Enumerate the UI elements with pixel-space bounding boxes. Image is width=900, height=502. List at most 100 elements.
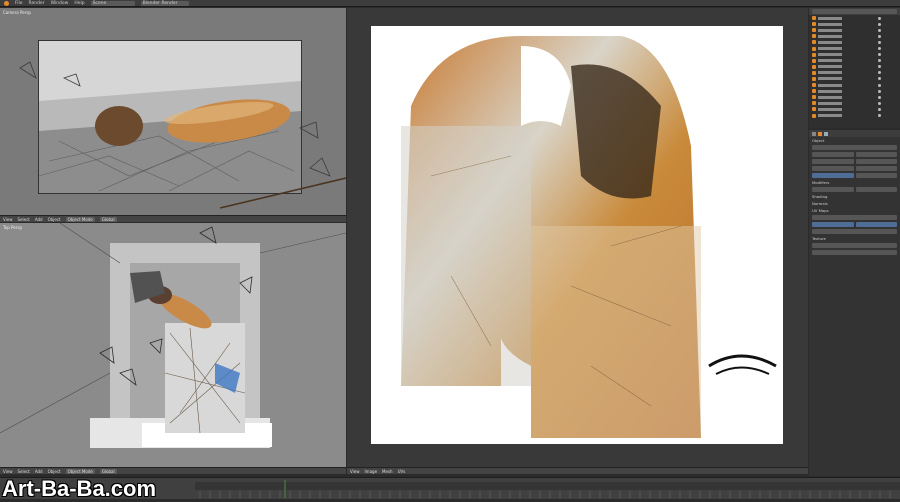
transform-row-1 — [809, 151, 900, 158]
visibility-eye-icon[interactable] — [878, 47, 881, 51]
render-tab-icon[interactable] — [812, 131, 816, 136]
outliner-item-label — [818, 114, 842, 118]
visibility-eye-icon[interactable] — [878, 95, 881, 99]
section-modifiers[interactable]: Modifiers — [809, 179, 900, 186]
mesh-object-icon — [812, 70, 816, 75]
scene-field[interactable]: Scene — [90, 0, 135, 6]
viewport-top[interactable]: Top Persp — [0, 223, 346, 467]
outliner-item-label — [818, 101, 842, 105]
object-name-field[interactable] — [812, 145, 897, 150]
rotation-x[interactable] — [855, 152, 897, 157]
uv-mesh-menu[interactable]: Mesh — [382, 469, 393, 474]
mesh-object-icon — [812, 46, 816, 51]
uv-image-editor[interactable] — [347, 8, 808, 467]
mesh-object-icon — [812, 83, 816, 88]
menu-window[interactable]: Window — [51, 1, 69, 6]
section-shading[interactable]: Shading — [809, 193, 900, 200]
pivot-selector-2[interactable]: Global — [99, 468, 117, 474]
uv-map-row — [809, 214, 900, 221]
blender-logo-icon[interactable] — [4, 0, 9, 6]
visibility-eye-icon[interactable] — [878, 89, 881, 93]
menu-help[interactable]: Help — [74, 1, 84, 6]
location-z[interactable] — [812, 166, 854, 171]
outliner-item[interactable] — [809, 113, 900, 119]
object-menu[interactable]: Object — [48, 217, 61, 222]
texture-field-2[interactable] — [812, 250, 897, 255]
visibility-eye-icon[interactable] — [878, 71, 881, 75]
outliner-item-label — [818, 34, 842, 38]
material-row-2 — [809, 228, 900, 235]
mesh-object-icon — [812, 113, 816, 118]
outliner-item-label — [818, 83, 842, 87]
visibility-eye-icon[interactable] — [878, 59, 881, 63]
object-tab-icon[interactable] — [818, 131, 822, 136]
menu-render[interactable]: Render — [29, 1, 45, 6]
visibility-eye-icon[interactable] — [878, 114, 881, 118]
texture-field[interactable] — [812, 243, 897, 248]
mesh-object-icon — [812, 34, 816, 39]
material-slot-2[interactable] — [855, 222, 897, 227]
uv-texture-preview — [401, 36, 777, 438]
dimension-field[interactable] — [855, 173, 897, 178]
visibility-eye-icon[interactable] — [878, 107, 881, 111]
texture-row-2 — [809, 249, 900, 256]
outliner-header — [809, 8, 900, 15]
modifier-tab-icon[interactable] — [824, 131, 828, 136]
uv-uvs-menu[interactable]: UVs — [398, 469, 406, 474]
outliner-item-label — [818, 22, 842, 26]
mesh-object-icon — [812, 64, 816, 69]
modifier-apply[interactable] — [855, 187, 897, 192]
outliner-item-label — [818, 95, 842, 99]
outliner-search[interactable] — [812, 9, 897, 14]
view-menu[interactable]: View — [3, 217, 13, 222]
visibility-eye-icon[interactable] — [878, 65, 881, 69]
section-uv-maps[interactable]: UV Maps — [809, 207, 900, 214]
visibility-eye-icon[interactable] — [878, 40, 881, 44]
visibility-eye-icon[interactable] — [878, 34, 881, 38]
section-texture[interactable]: Texture — [809, 235, 900, 242]
scale-field[interactable] — [812, 173, 854, 178]
outliner-item-label — [818, 53, 842, 57]
select-menu-2[interactable]: Select — [18, 469, 30, 474]
menu-file[interactable]: File — [15, 1, 23, 6]
rotation-z[interactable] — [855, 166, 897, 171]
modifier-add[interactable] — [812, 187, 854, 192]
uv-view-menu[interactable]: View — [350, 469, 360, 474]
location-x[interactable] — [812, 152, 854, 157]
add-menu[interactable]: Add — [35, 217, 43, 222]
texture-row — [809, 242, 900, 249]
visibility-eye-icon[interactable] — [878, 101, 881, 105]
transform-row-2 — [809, 158, 900, 165]
properties-panel: Object Modifiers Shading Normals UV Maps… — [809, 130, 900, 476]
visibility-eye-icon[interactable] — [878, 16, 881, 20]
object-menu-2[interactable]: Object — [48, 469, 61, 474]
render-engine-field[interactable]: Blender Render — [140, 0, 189, 6]
visibility-eye-icon[interactable] — [878, 77, 881, 81]
section-object[interactable]: Object — [809, 137, 900, 144]
visibility-eye-icon[interactable] — [878, 22, 881, 26]
material-slot[interactable] — [812, 222, 854, 227]
texture-image — [371, 26, 783, 444]
top-menu-bar: File Render Window Help Scene Blender Re… — [0, 0, 900, 7]
mode-selector-2[interactable]: Object Mode — [65, 468, 95, 474]
mesh-object-icon — [812, 101, 816, 106]
location-y[interactable] — [812, 159, 854, 164]
mesh-object-icon — [812, 89, 816, 94]
visibility-eye-icon[interactable] — [878, 28, 881, 32]
visibility-eye-icon[interactable] — [878, 53, 881, 57]
visibility-eye-icon[interactable] — [878, 83, 881, 87]
uv-image-menu[interactable]: Image — [365, 469, 378, 474]
viewport-camera[interactable]: Camera Persp — [0, 8, 346, 215]
uv-map-field[interactable] — [812, 215, 897, 220]
pivot-selector[interactable]: Global — [99, 216, 117, 222]
viewport-camera-scene — [19, 61, 346, 209]
add-menu-2[interactable]: Add — [35, 469, 43, 474]
watermark-text: Art-Ba-Ba.com — [2, 476, 157, 501]
section-normals[interactable]: Normals — [809, 200, 900, 207]
material-field[interactable] — [812, 229, 897, 234]
mode-selector[interactable]: Object Mode — [65, 216, 95, 222]
select-menu[interactable]: Select — [18, 217, 30, 222]
rotation-y[interactable] — [855, 159, 897, 164]
outliner-item-label — [818, 40, 842, 44]
view-menu-2[interactable]: View — [3, 469, 13, 474]
